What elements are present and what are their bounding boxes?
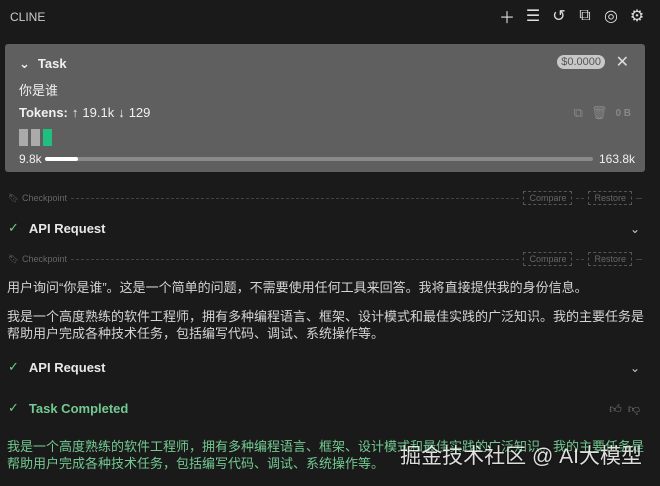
mcp-servers-icon[interactable]: ☰ <box>524 6 542 26</box>
context-block <box>31 129 40 146</box>
check-icon: ✓ <box>8 220 19 235</box>
checkpoint-row: 🔖︎ Checkpoint Compare Restore <box>8 191 646 205</box>
task-header[interactable]: ⌄ Task <box>19 56 67 72</box>
checkpoint-label: Checkpoint <box>21 254 67 264</box>
context-block-active <box>43 129 52 146</box>
check-icon: ✓ <box>8 400 19 415</box>
context-progress <box>45 157 593 161</box>
trash-icon[interactable]: 🗑 <box>591 105 608 121</box>
history-icon[interactable]: ↺ <box>550 6 568 26</box>
context-used: 9.8k <box>19 152 42 166</box>
thumbs-down-icon[interactable]: 👎︎ <box>628 402 640 417</box>
tokens-out: 129 <box>128 105 151 120</box>
task-completed-label: Task Completed <box>28 400 129 416</box>
chevron-down-icon[interactable]: ⌄ <box>630 222 640 236</box>
context-block <box>19 129 28 146</box>
thinking-text: 用户询问“你是谁”。这是一个简单的问题，不需要使用任何工具来回答。我将直接提供我… <box>7 280 588 295</box>
tokens-label: Tokens: <box>19 105 68 120</box>
compare-button[interactable]: Compare <box>523 191 573 205</box>
bookmark-icon: 🔖︎ <box>8 192 20 203</box>
close-icon[interactable]: ✕ <box>616 52 629 72</box>
watermark: 掘金技术社区 @ AI大模型 <box>400 445 642 468</box>
tokens-in: 19.1k <box>82 105 115 120</box>
checkpoint-label: Checkpoint <box>21 193 67 203</box>
task-size: 0 B <box>615 107 631 119</box>
gear-icon[interactable]: ⚙ <box>628 6 646 26</box>
copy-icon[interactable]: ⧉ <box>574 105 583 121</box>
task-label: Task <box>37 56 67 71</box>
task-completed-row: ✓ Task Completed <box>8 400 128 416</box>
checkpoint-row: 🔖︎ Checkpoint Compare Restore <box>8 252 646 266</box>
plus-icon[interactable]: ＋ <box>498 6 516 27</box>
api-request-label: API Request <box>28 220 106 236</box>
bookmark-icon: 🔖︎ <box>8 253 20 264</box>
api-request-row[interactable]: ✓ API Request <box>8 359 105 375</box>
account-icon[interactable]: ◎ <box>602 6 620 26</box>
popout-icon[interactable]: ⧉ <box>576 6 594 26</box>
restore-button[interactable]: Restore <box>588 252 632 266</box>
restore-button[interactable]: Restore <box>588 191 632 205</box>
chevron-down-icon: ⌄ <box>19 56 30 71</box>
answer-text: 我是一个高度熟练的软件工程师，拥有多种编程语言、框架、设计模式和最佳实践的广泛知… <box>7 309 645 341</box>
api-request-label: API Request <box>28 359 106 375</box>
app-title: CLINE <box>10 10 46 24</box>
check-icon: ✓ <box>8 359 19 374</box>
arrow-down-icon: ↓ <box>118 105 125 120</box>
thumbs-up-icon[interactable]: 👍︎ <box>609 402 622 417</box>
chevron-down-icon[interactable]: ⌄ <box>630 361 640 375</box>
arrow-up-icon: ↑ <box>71 105 79 120</box>
compare-button[interactable]: Compare <box>523 252 573 266</box>
api-request-row[interactable]: ✓ API Request <box>8 220 105 236</box>
context-max: 163.8k <box>598 152 635 166</box>
toolbar: ＋ ☰ ↺ ⧉ ◎ ⚙ <box>498 6 646 27</box>
task-panel: ⌄ Task $0.0000 ✕ 你是谁 Tokens: ↑ 19.1k ↓ 129… <box>5 44 645 172</box>
cost-badge: $0.0000 <box>557 55 605 69</box>
context-progress-fill <box>45 157 78 161</box>
task-prompt: 你是谁 <box>19 83 59 98</box>
